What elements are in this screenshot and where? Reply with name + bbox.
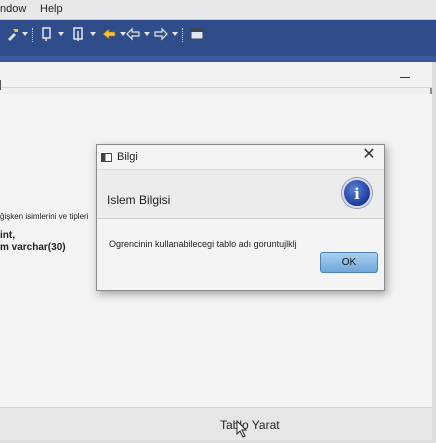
bottom-bar: Tablo Yarat [0,407,432,440]
toolbar-separator [32,28,33,42]
build-dropdown-icon[interactable] [58,32,64,36]
toolbar-separator [182,28,183,42]
hammer-icon[interactable] [6,27,20,41]
field-hint-label: ğişken isimlerini ve tipleri [0,212,89,221]
hammer-dropdown-icon[interactable] [22,32,28,36]
window-app-icon [101,153,112,162]
dialog-title: Bilgi [117,151,138,163]
field-line-1: int, [0,230,15,241]
info-icon-glyph: i [354,185,360,203]
run-icon[interactable] [72,27,86,41]
info-icon: i [342,178,372,208]
create-table-label: Tablo Yarat [220,418,280,432]
dialog-message: Ogrencinin kullanabilecegi tablo adı gor… [109,239,297,249]
menu-window[interactable]: ndow [0,3,26,15]
window-icon[interactable] [190,27,204,41]
mouse-cursor-icon [236,420,248,438]
back-arrow-dropdown-icon[interactable] [144,32,150,36]
ok-button[interactable]: OK [320,252,378,273]
forward-icon[interactable] [154,27,168,41]
app-titlebar [0,62,432,90]
window-edge-icon [0,80,6,90]
build-icon[interactable] [40,27,54,41]
minimize-icon[interactable] [400,68,410,78]
dialog-header-text: Islem Bilgisi [107,193,171,207]
back-icon[interactable] [102,27,116,41]
forward-dropdown-icon[interactable] [172,32,178,36]
dialog-titlebar: Bilgi ✕ [97,145,384,168]
close-icon[interactable]: ✕ [362,147,376,163]
field-line-2: m varchar(30) [0,242,66,253]
run-dropdown-icon[interactable] [90,32,96,36]
menu-bar: ndow Help [0,0,436,20]
menu-help[interactable]: Help [40,3,63,15]
info-dialog: Bilgi ✕ Islem Bilgisi i Ogrencinin kulla… [96,144,385,291]
toolbar [0,20,436,62]
dialog-header: Islem Bilgisi i [97,169,384,219]
back-arrow-icon[interactable] [126,27,140,41]
create-table-button[interactable]: Tablo Yarat [196,416,296,438]
